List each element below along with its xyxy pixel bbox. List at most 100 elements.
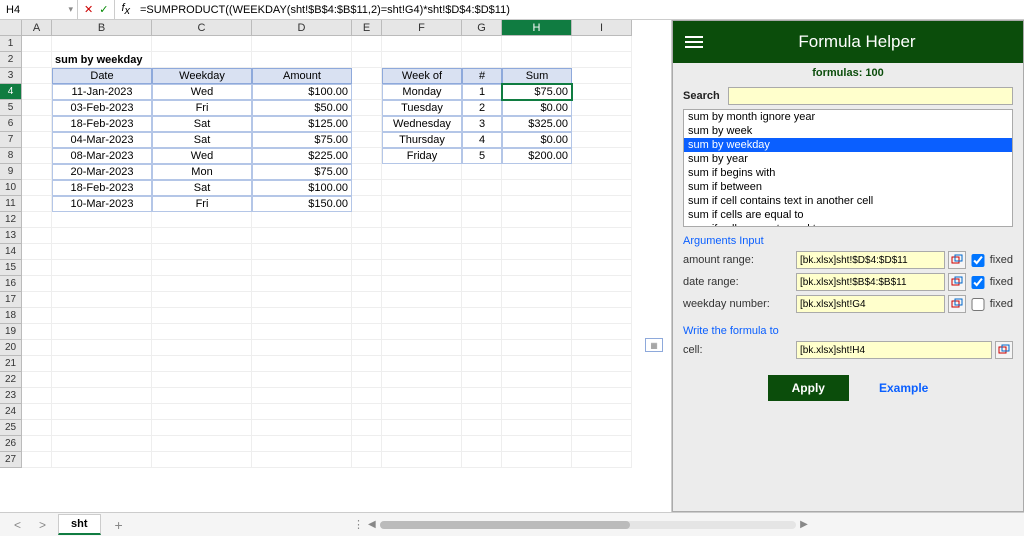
cell[interactable] <box>572 260 632 276</box>
cell[interactable] <box>22 36 52 52</box>
cell[interactable] <box>502 36 572 52</box>
cell[interactable] <box>352 452 382 468</box>
scroll-right-icon[interactable]: ▶ <box>800 519 808 530</box>
cell[interactable] <box>152 436 252 452</box>
cell[interactable] <box>352 84 382 100</box>
cell[interactable] <box>352 260 382 276</box>
row-header[interactable]: 25 <box>0 420 22 436</box>
cell[interactable] <box>572 68 632 84</box>
cell[interactable] <box>382 420 462 436</box>
cell[interactable]: Sum <box>502 68 572 84</box>
cell[interactable] <box>462 180 502 196</box>
cell[interactable] <box>462 276 502 292</box>
cell[interactable] <box>52 292 152 308</box>
cell[interactable] <box>22 340 52 356</box>
arg-input[interactable] <box>796 295 945 313</box>
cell[interactable] <box>502 388 572 404</box>
cell[interactable]: Weekday <box>152 68 252 84</box>
cell[interactable] <box>152 308 252 324</box>
quick-analysis-icon[interactable]: ▦ <box>645 338 663 352</box>
cell[interactable]: $150.00 <box>252 196 352 212</box>
row-header[interactable]: 5 <box>0 100 22 116</box>
cell[interactable] <box>462 356 502 372</box>
cell[interactable] <box>572 148 632 164</box>
cell[interactable] <box>572 228 632 244</box>
cell[interactable] <box>382 324 462 340</box>
cell[interactable] <box>502 196 572 212</box>
range-picker-icon[interactable] <box>995 341 1013 359</box>
cell[interactable] <box>572 388 632 404</box>
cell[interactable] <box>572 292 632 308</box>
cell[interactable] <box>22 52 52 68</box>
cell[interactable] <box>502 180 572 196</box>
cell[interactable] <box>152 340 252 356</box>
cell[interactable] <box>572 244 632 260</box>
cell[interactable] <box>462 340 502 356</box>
formula-list-item[interactable]: sum if between <box>684 180 1012 194</box>
cell[interactable] <box>252 340 352 356</box>
cell[interactable] <box>462 420 502 436</box>
spreadsheet-grid[interactable]: ABCDEFGHI12sum by weekday3DateWeekdayAmo… <box>0 20 671 468</box>
cell[interactable] <box>152 228 252 244</box>
cancel-icon[interactable]: ✕ <box>84 3 93 16</box>
search-input[interactable] <box>728 87 1013 105</box>
cell[interactable] <box>152 356 252 372</box>
scroll-left-icon[interactable]: ◀ <box>368 519 376 530</box>
cell[interactable] <box>252 404 352 420</box>
cell[interactable] <box>52 420 152 436</box>
cell[interactable] <box>152 244 252 260</box>
col-header[interactable]: E <box>352 20 382 36</box>
cell[interactable] <box>462 196 502 212</box>
cell[interactable] <box>52 244 152 260</box>
cell[interactable]: Wed <box>152 148 252 164</box>
cell[interactable] <box>152 36 252 52</box>
cell[interactable] <box>502 436 572 452</box>
horizontal-scrollbar[interactable] <box>380 521 796 529</box>
cell[interactable]: Wednesday <box>382 116 462 132</box>
cell[interactable] <box>22 100 52 116</box>
cell[interactable]: Wed <box>152 84 252 100</box>
cell[interactable] <box>572 324 632 340</box>
cell[interactable] <box>252 372 352 388</box>
row-header[interactable]: 3 <box>0 68 22 84</box>
cell[interactable] <box>502 276 572 292</box>
cell[interactable]: 1 <box>462 84 502 100</box>
cell[interactable] <box>502 292 572 308</box>
cell[interactable] <box>502 244 572 260</box>
cell[interactable]: Tuesday <box>382 100 462 116</box>
cell[interactable] <box>382 228 462 244</box>
cell[interactable] <box>152 324 252 340</box>
cell[interactable]: Sat <box>152 116 252 132</box>
cell[interactable] <box>382 388 462 404</box>
row-header[interactable]: 9 <box>0 164 22 180</box>
cell[interactable] <box>22 180 52 196</box>
cell[interactable] <box>462 388 502 404</box>
cell[interactable] <box>462 228 502 244</box>
cell[interactable] <box>252 356 352 372</box>
cell[interactable] <box>52 212 152 228</box>
row-header[interactable]: 10 <box>0 180 22 196</box>
cell[interactable]: $50.00 <box>252 100 352 116</box>
cell[interactable] <box>252 260 352 276</box>
cell[interactable] <box>502 452 572 468</box>
arg-input[interactable] <box>796 251 945 269</box>
cell[interactable]: $100.00 <box>252 84 352 100</box>
cell[interactable] <box>382 308 462 324</box>
cell[interactable] <box>152 292 252 308</box>
cell[interactable] <box>52 308 152 324</box>
formula-list-item[interactable]: sum by month ignore year <box>684 110 1012 124</box>
cell[interactable]: Sat <box>152 132 252 148</box>
cell[interactable] <box>252 276 352 292</box>
cell[interactable] <box>22 116 52 132</box>
cell[interactable] <box>352 36 382 52</box>
cell[interactable]: 2 <box>462 100 502 116</box>
cell[interactable] <box>22 212 52 228</box>
cell[interactable] <box>152 388 252 404</box>
cell[interactable]: 03-Feb-2023 <box>52 100 152 116</box>
cell[interactable] <box>52 356 152 372</box>
cell[interactable] <box>382 356 462 372</box>
col-header[interactable]: A <box>22 20 52 36</box>
cell[interactable] <box>382 404 462 420</box>
cell[interactable] <box>572 84 632 100</box>
row-header[interactable]: 6 <box>0 116 22 132</box>
